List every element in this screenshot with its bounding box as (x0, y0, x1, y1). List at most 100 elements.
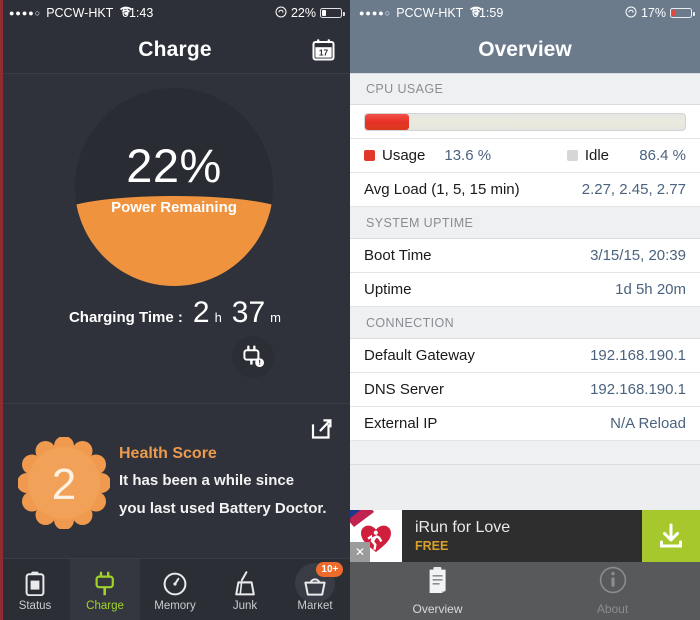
row-value: 2.27, 2.45, 2.77 (581, 181, 686, 198)
usage-swatch-icon (364, 150, 375, 161)
tab-label: Charge (86, 599, 124, 612)
charge-gauge-section: 22% Power Remaining Charging Time : 2 h … (0, 73, 350, 403)
ad-price-label: FREE (415, 539, 449, 553)
row-key: Avg Load (1, 5, 15 min) (364, 181, 520, 198)
dual-screenshot-container: ●●●●○ PCCW-HKT 01:43 22% Charge 17 22% P… (0, 0, 700, 620)
left-phone-screen: ●●●●○ PCCW-HKT 01:43 22% Charge 17 22% P… (0, 0, 350, 620)
row-uptime: Uptime 1d 5h 20m (350, 273, 700, 307)
clipboard-icon (425, 566, 451, 599)
row-value[interactable]: N/A Reload (610, 415, 686, 432)
ad-close-icon[interactable]: ✕ (350, 542, 370, 562)
carrier-name: PCCW-HKT (396, 6, 464, 20)
left-status-bar: ●●●●○ PCCW-HKT 01:43 22% (0, 0, 350, 26)
tab-label: Overview (412, 602, 463, 616)
clock-time: 01:43 (122, 6, 154, 20)
gauge-icon (163, 572, 187, 596)
section-header-system-uptime: SYSTEM UPTIME (350, 207, 700, 239)
charging-minutes-value: 37 (231, 296, 266, 329)
battery-percent-label: 22% (290, 6, 316, 20)
svg-text:2: 2 (52, 460, 76, 509)
right-phone-screen: ●●●●○ PCCW-HKT 01:59 17% Overview CPU US… (350, 0, 700, 620)
legend-label: Idle (584, 147, 609, 164)
left-edge-stripe (0, 0, 3, 620)
right-status-bar: ●●●●○ PCCW-HKT 01:59 17% (350, 0, 700, 26)
charging-hours-unit: h (214, 310, 222, 325)
health-message-line1: It has been a while since (119, 472, 295, 489)
right-nav-bar: Overview (350, 26, 700, 73)
health-message-line2: you last used Battery Doctor. (119, 500, 327, 517)
tab-status[interactable]: Status (0, 559, 70, 620)
row-key: Boot Time (364, 247, 432, 264)
charging-time-label: Charging Time : (68, 309, 183, 326)
page-title: Charge (138, 37, 212, 61)
ad-title: iRun for Love (415, 519, 511, 536)
plug-icon (94, 571, 116, 596)
legend-value: 13.6 % (444, 147, 492, 164)
tab-market[interactable]: 10+ Market (280, 559, 350, 620)
cpu-usage-bar-row (350, 105, 700, 139)
tab-label: Junk (232, 599, 258, 612)
cpu-usage-progress-fill (365, 113, 409, 130)
gauge-caption: Power Remaining (111, 199, 237, 216)
ad-app-icon-wrap: ✕ (350, 498, 402, 562)
carrier-name: PCCW-HKT (46, 6, 114, 20)
battery-icon (25, 571, 45, 596)
left-nav-bar: Charge 17 (0, 26, 350, 73)
row-default-gateway: Default Gateway 192.168.190.1 (350, 339, 700, 373)
tab-label: Status (18, 599, 52, 612)
plug-alert-icon[interactable] (232, 336, 274, 378)
left-tab-bar: Status Charge Memory Junk 10+ Market (0, 558, 350, 620)
battery-level-gauge: 22% Power Remaining (75, 88, 273, 286)
rotation-lock-icon (625, 6, 637, 21)
row-external-ip[interactable]: External IP N/A Reload (350, 407, 700, 441)
broom-icon (233, 570, 257, 596)
cpu-legend-row: Usage 13.6 % Idle 86.4 % (350, 139, 700, 173)
gauge-text-group: 22% Power Remaining (75, 142, 273, 216)
page-title: Overview (478, 37, 572, 61)
row-value: 1d 5h 20m (615, 281, 686, 298)
market-count-badge: 10+ (316, 562, 344, 577)
svg-text:17: 17 (319, 48, 329, 58)
section-header-connection: CONNECTION (350, 307, 700, 339)
row-key: Uptime (364, 281, 412, 298)
tab-label: Memory (154, 599, 196, 612)
tab-about[interactable]: About (525, 562, 700, 620)
idle-swatch-icon (566, 150, 578, 161)
cpu-usage-progress-bar (364, 112, 686, 131)
right-tab-bar: Overview About (350, 562, 700, 620)
ad-banner[interactable]: ✕ iRun for Love FREE (350, 498, 700, 562)
legend-label: Usage (382, 147, 426, 164)
gauge-percent: 22% (126, 139, 222, 192)
ad-text-group: iRun for Love FREE (402, 510, 642, 562)
signal-strength-dots: ●●●●○ (9, 7, 42, 18)
tab-overview[interactable]: Overview (350, 562, 525, 620)
charging-hours-value: 2 (192, 296, 210, 329)
row-value: 3/15/15, 20:39 (590, 247, 686, 264)
health-score-badge: 2 (17, 436, 111, 530)
signal-strength-dots: ●●●●○ (359, 7, 392, 18)
tab-label: About (596, 602, 629, 616)
health-score-title: Health Score (119, 445, 217, 462)
ad-download-button[interactable] (642, 510, 700, 562)
health-score-section[interactable]: 2 Health Score It has been a while since… (0, 404, 350, 556)
tab-junk[interactable]: Junk (210, 559, 280, 620)
share-export-icon[interactable] (310, 418, 332, 440)
section-header-partial (350, 441, 700, 465)
info-icon (599, 566, 627, 599)
battery-percent-label: 17% (640, 6, 666, 20)
tab-memory[interactable]: Memory (140, 559, 210, 620)
clock-time: 01:59 (472, 6, 504, 20)
row-key: Default Gateway (364, 347, 475, 364)
list-background-fill (350, 465, 700, 495)
charging-minutes-unit: m (270, 310, 282, 325)
row-value: 192.168.190.1 (590, 381, 686, 398)
charging-time-row: Charging Time : 2 h 37 m (0, 296, 350, 330)
gauge-liquid-fill (75, 195, 273, 286)
legend-idle: Idle 86.4 % (566, 147, 686, 164)
row-value: 192.168.190.1 (590, 347, 686, 364)
legend-usage: Usage 13.6 % (364, 147, 491, 164)
download-icon (660, 523, 682, 548)
calendar-icon[interactable]: 17 (312, 38, 335, 61)
section-header-cpu-usage: CPU USAGE (350, 73, 700, 105)
tab-charge[interactable]: Charge (70, 559, 140, 620)
